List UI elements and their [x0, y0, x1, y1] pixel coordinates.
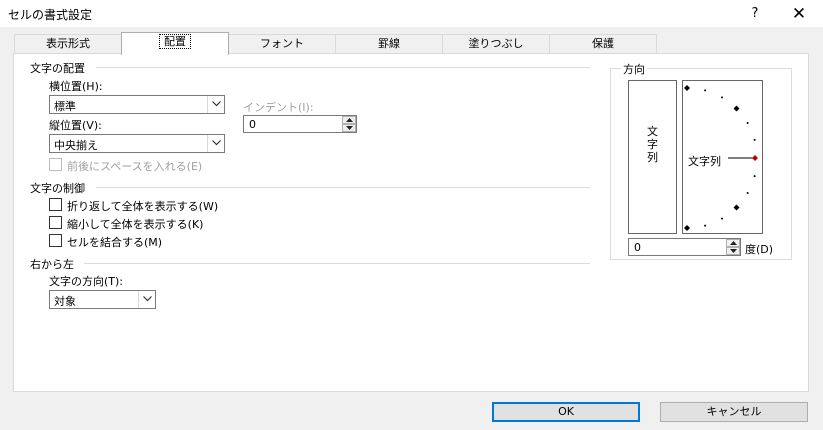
orientation-dial[interactable]: 文字列: [682, 80, 763, 234]
dial-major-tick[interactable]: [684, 225, 690, 231]
section-divider: [96, 67, 590, 68]
spin-up-icon[interactable]: [342, 116, 356, 124]
horizontal-label: 横位置(H):: [49, 80, 103, 93]
chevron-down-icon[interactable]: [207, 96, 224, 113]
chevron-down-icon[interactable]: [207, 135, 224, 152]
wrap-text-checkbox[interactable]: 折り返して全体を表示する(W): [49, 197, 249, 213]
tab-label: 配置: [159, 34, 191, 49]
alignment-section-label: 文字の配置: [30, 62, 85, 75]
indent-label: インデント(I):: [243, 101, 314, 114]
vertical-text-toggle[interactable]: 文字列: [628, 80, 677, 234]
dial-major-tick[interactable]: [733, 204, 740, 211]
checkbox-box[interactable]: [49, 234, 62, 247]
horizontal-select[interactable]: 標準: [49, 95, 225, 114]
cancel-button[interactable]: キャンセル: [660, 402, 808, 422]
spin-down-icon[interactable]: [342, 124, 356, 132]
tab-label: 表示形式: [46, 37, 90, 50]
text-direction-value: 対象: [54, 295, 76, 308]
tab-alignment[interactable]: 配置: [121, 32, 229, 55]
checkbox-box[interactable]: [49, 158, 62, 171]
dial-minor-tick[interactable]: [746, 122, 749, 124]
text-direction-select[interactable]: 対象: [49, 290, 156, 309]
checkbox-box[interactable]: [49, 216, 62, 229]
dial-major-tick[interactable]: [684, 85, 690, 91]
window-title: セルの書式設定: [8, 8, 93, 22]
ok-button[interactable]: OK: [492, 402, 640, 422]
close-button[interactable]: ✕: [784, 2, 814, 26]
title-bar: セルの書式設定 ? ✕: [0, 0, 823, 28]
degrees-label: 度(D): [745, 243, 774, 256]
merge-cells-label: セルを結合する(M): [67, 236, 163, 249]
dial-major-tick[interactable]: [733, 105, 740, 112]
degrees-spinner[interactable]: 0: [628, 238, 741, 256]
dial-minor-tick[interactable]: [753, 138, 756, 141]
tab-number-format[interactable]: 表示形式: [14, 34, 122, 54]
spin-up-icon[interactable]: [726, 239, 740, 247]
indent-spinner[interactable]: 0: [243, 115, 357, 133]
wrap-text-label: 折り返して全体を表示する(W): [67, 200, 219, 213]
dial-minor-tick[interactable]: [746, 192, 749, 194]
tab-protection[interactable]: 保護: [549, 34, 657, 54]
indent-value: 0: [249, 118, 256, 131]
vertical-select[interactable]: 中央揃え: [49, 134, 225, 153]
dial-minor-tick[interactable]: [704, 89, 707, 92]
dial-text: 文字列: [688, 155, 721, 168]
dial-minor-tick[interactable]: [704, 224, 707, 227]
tab-border[interactable]: 罫線: [335, 34, 443, 54]
tab-label: 塗りつぶし: [468, 37, 524, 50]
help-button[interactable]: ?: [740, 2, 770, 26]
section-divider: [96, 187, 590, 188]
chevron-down-icon[interactable]: [138, 291, 155, 308]
vertical-label: 縦位置(V):: [49, 119, 102, 132]
dial-minor-tick[interactable]: [721, 96, 723, 99]
rtl-section-label: 右から左: [30, 258, 74, 271]
section-divider: [84, 263, 590, 264]
tab-label: 保護: [592, 37, 614, 50]
vertical-text: 文字列: [647, 125, 658, 164]
horizontal-value: 標準: [54, 100, 76, 113]
degrees-value: 0: [634, 241, 641, 254]
alignment-panel: 文字の配置 横位置(H): 標準 インデント(I): 0 縦位置(V): 中央揃…: [13, 53, 809, 392]
vertical-value: 中央揃え: [54, 139, 98, 152]
dial-minor-tick[interactable]: [721, 217, 723, 220]
text-control-section-label: 文字の制御: [30, 182, 85, 195]
dial-minor-tick[interactable]: [753, 175, 756, 178]
justify-distributed-checkbox[interactable]: 前後にスペースを入れる(E): [49, 157, 249, 173]
tab-label: フォント: [260, 37, 304, 50]
text-direction-label: 文字の方向(T):: [49, 275, 124, 288]
vertical-text-label: 文字列: [629, 125, 676, 164]
merge-cells-checkbox[interactable]: セルを結合する(M): [49, 233, 249, 249]
checkbox-box[interactable]: [49, 198, 62, 211]
orientation-legend: 方向: [621, 61, 647, 77]
tab-fill[interactable]: 塗りつぶし: [442, 34, 550, 54]
tab-font[interactable]: フォント: [228, 34, 336, 54]
shrink-to-fit-label: 縮小して全体を表示する(K): [67, 218, 204, 231]
justify-distributed-label: 前後にスペースを入れる(E): [67, 160, 203, 173]
tab-label: 罫線: [378, 37, 400, 50]
shrink-to-fit-checkbox[interactable]: 縮小して全体を表示する(K): [49, 215, 249, 231]
spin-down-icon[interactable]: [726, 247, 740, 255]
